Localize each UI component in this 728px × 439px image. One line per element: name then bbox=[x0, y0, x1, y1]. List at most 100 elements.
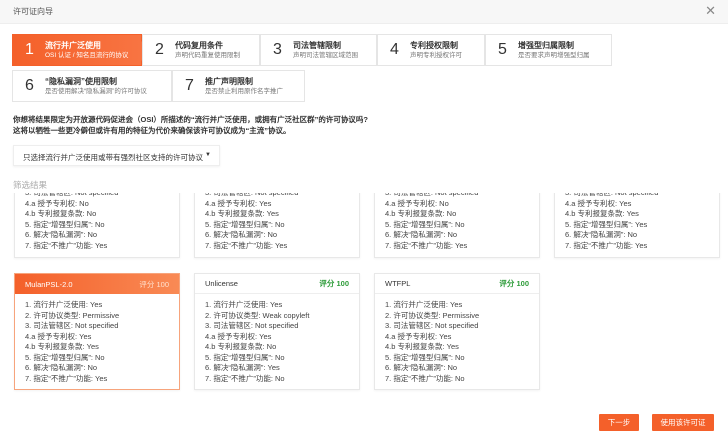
card-line: 4.b 专利报复条款: Yes bbox=[205, 209, 279, 218]
step-1[interactable]: 1 流行并广泛使用 OSI 认证 / 知名且流行的协议 bbox=[12, 34, 151, 66]
card-line: 3. 司法管辖区: Not specified bbox=[25, 321, 119, 330]
step-title: 代码复用条件 bbox=[175, 40, 223, 50]
card-line: 6. 解决“隐私漏洞”: No bbox=[385, 230, 458, 239]
card-line: 7. 指定“不推广”功能: Yes bbox=[25, 373, 108, 383]
next-button[interactable]: 下一步 bbox=[599, 414, 639, 431]
step-3[interactable]: 3 司法管辖限制 声明司法管辖区域范围 bbox=[260, 34, 377, 66]
step-5[interactable]: 5 增强型归属限制 是否要求声明增强型归属 bbox=[485, 34, 612, 66]
card-line: 2. 许可协议类型: Weak copyleft bbox=[205, 310, 310, 320]
license-name: WTFPL bbox=[385, 279, 411, 288]
step-2[interactable]: 2 代码复用条件 声明代码重复使用限制 bbox=[142, 34, 260, 66]
card-line: 7. 指定“不推广”功能: Yes bbox=[25, 240, 108, 250]
step-title: 流行并广泛使用 bbox=[45, 40, 101, 50]
question-line: 这将以牺牲一些更冷僻但或许有用的特征为代价来确保该许可协议成为“主流”协议。 bbox=[13, 126, 291, 135]
dialog-header: 许可证向导 ✕ bbox=[0, 0, 728, 24]
license-score: 评分 100 bbox=[499, 279, 529, 288]
card-line: 7. 指定“不推广”功能: Yes bbox=[565, 240, 648, 250]
card-line: 4.b 专利报复条款: Yes bbox=[565, 209, 639, 218]
card-line: 2. 许可协议类型: Permissive bbox=[385, 310, 480, 320]
dialog-title: 许可证向导 bbox=[13, 7, 53, 16]
step-number: 3 bbox=[273, 41, 282, 58]
license-card-wtfpl[interactable]: WTFPL 评分 100 1. 流行并广泛使用: Yes 2. 许可协议类型: Per… bbox=[374, 273, 540, 390]
step-subtitle: 声明代码重复使用限制 bbox=[175, 51, 240, 59]
results-label: 筛选结果 bbox=[13, 180, 48, 190]
step-title: 增强型归属限制 bbox=[518, 40, 574, 50]
card-line: 6. 解决“隐私漏洞”: No bbox=[25, 230, 98, 239]
step-number: 5 bbox=[498, 41, 507, 58]
step-title: 推广声明限制 bbox=[205, 76, 253, 86]
license-score: 评分 100 bbox=[139, 279, 169, 289]
license-card[interactable]: 3. 司法管辖区: Not specified4.a 授予专利权: No4.b … bbox=[14, 193, 180, 258]
license-card[interactable]: 3. 司法管辖区: Not specified4.a 授予专利权: No4.b … bbox=[374, 193, 540, 258]
step-number: 1 bbox=[25, 41, 34, 58]
step-subtitle: 是否使用解决“隐私漏洞”的许可协议 bbox=[45, 87, 147, 95]
card-line: 5. 指定“增强型归属”: No bbox=[385, 352, 465, 362]
license-name: MulanPSL-2.0 bbox=[25, 279, 73, 289]
step-subtitle: 声明专利授权许可 bbox=[410, 51, 462, 59]
license-card[interactable]: 3. 司法管辖区: Not specified4.a 授予专利权: Yes4.b… bbox=[554, 193, 720, 258]
step-subtitle: 声明司法管辖区域范围 bbox=[293, 51, 358, 59]
card-line: 4.b 专利报复条款: Yes bbox=[25, 342, 99, 351]
results-list[interactable]: 3. 司法管辖区: Not specified4.a 授予专利权: No4.b … bbox=[0, 193, 728, 393]
card-line: 1. 流行并广泛使用: Yes bbox=[205, 300, 283, 309]
step-number: 7 bbox=[185, 77, 194, 94]
step-number: 2 bbox=[155, 41, 164, 58]
card-line: 6. 解决“隐私漏洞”: No bbox=[385, 363, 458, 372]
card-line: 4.a 授予专利权: Yes bbox=[25, 331, 92, 341]
step-number: 6 bbox=[25, 77, 34, 94]
card-line: 4.b 专利报复条款: No bbox=[205, 342, 277, 351]
step-6[interactable]: 6 “隐私漏洞”使用限制 是否使用解决“隐私漏洞”的许可协议 bbox=[12, 70, 172, 102]
caret-down-icon: ▼ bbox=[205, 152, 211, 158]
card-line: 5. 指定“增强型归属”: Yes bbox=[565, 219, 648, 229]
filter-dropdown[interactable]: 只选择流行并广泛使用或带有强烈社区支持的许可协议 ▼ bbox=[13, 145, 220, 166]
card-header: Unlicense 评分 100 bbox=[195, 274, 359, 294]
card-header: WTFPL 评分 100 bbox=[375, 274, 539, 294]
step-number: 4 bbox=[390, 41, 399, 58]
question-line: 你想将结果限定为开放源代码促进会（OSI）所描述的“流行并广泛使用，或拥有广泛社… bbox=[13, 115, 368, 124]
card-line: 4.a 授予专利权: Yes bbox=[205, 198, 272, 208]
card-line: 4.a 授予专利权: Yes bbox=[205, 331, 272, 341]
card-line: 7. 指定“不推广”功能: Yes bbox=[385, 240, 468, 250]
step-title: “隐私漏洞”使用限制 bbox=[45, 76, 117, 86]
dropdown-value: 只选择流行并广泛使用或带有强烈社区支持的许可协议 bbox=[23, 153, 203, 162]
license-card[interactable]: 3. 司法管辖区: Not specified4.a 授予专利权: Yes4.b… bbox=[194, 193, 360, 258]
card-line: 5. 指定“增强型归属”: No bbox=[205, 219, 285, 229]
close-icon[interactable]: ✕ bbox=[705, 3, 716, 19]
card-line: 4.b 专利报复条款: No bbox=[385, 209, 457, 218]
card-line: 6. 解决“隐私漏洞”: No bbox=[25, 363, 98, 372]
card-line: 4.b 专利报复条款: No bbox=[25, 209, 97, 218]
card-line: 6. 解决“隐私漏洞”: No bbox=[565, 230, 638, 239]
card-line: 6. 解决“隐私漏洞”: Yes bbox=[205, 363, 280, 372]
card-line: 1. 流行并广泛使用: Yes bbox=[385, 300, 463, 309]
card-line: 7. 指定“不推广”功能: No bbox=[385, 373, 465, 383]
card-line: 4.a 授予专利权: No bbox=[25, 198, 89, 208]
use-license-button[interactable]: 使用该许可证 bbox=[652, 414, 714, 431]
step-title: 专利授权限制 bbox=[410, 40, 458, 50]
card-line: 5. 指定“增强型归属”: No bbox=[205, 352, 285, 362]
card-line: 4.a 授予专利权: Yes bbox=[385, 331, 452, 341]
step-7[interactable]: 7 推广声明限制 是否禁止利用原作名字推广 bbox=[172, 70, 305, 102]
step-4[interactable]: 4 专利授权限制 声明专利授权许可 bbox=[377, 34, 485, 66]
step-subtitle: 是否禁止利用原作名字推广 bbox=[205, 87, 283, 95]
card-line: 5. 指定“增强型归属”: No bbox=[25, 219, 105, 229]
card-line: 4.b 专利报复条款: Yes bbox=[385, 342, 459, 351]
card-line: 6. 解决“隐私漏洞”: No bbox=[205, 230, 278, 239]
license-card-unlicense[interactable]: Unlicense 评分 100 1. 流行并广泛使用: Yes 2. 许可协议类型:… bbox=[194, 273, 360, 390]
card-header: MulanPSL-2.0 评分 100 bbox=[15, 274, 179, 294]
card-line: 4.a 授予专利权: No bbox=[385, 198, 449, 208]
license-card-mulanpsl-2.0[interactable]: MulanPSL-2.0 评分 100 1. 流行并广泛使用: Yes 2. 许可协议… bbox=[14, 273, 180, 390]
question-text: 你想将结果限定为开放源代码促进会（OSI）所描述的“流行并广泛使用，或拥有广泛社… bbox=[13, 114, 368, 136]
card-line: 7. 指定“不推广”功能: No bbox=[205, 373, 285, 383]
step-subtitle: 是否要求声明增强型归属 bbox=[518, 51, 590, 59]
card-line: 4.a 授予专利权: Yes bbox=[565, 198, 632, 208]
card-line: 5. 指定“增强型归属”: No bbox=[25, 352, 105, 362]
step-subtitle: OSI 认证 / 知名且流行的协议 bbox=[45, 51, 129, 59]
step-title: 司法管辖限制 bbox=[293, 40, 341, 50]
license-name: Unlicense bbox=[205, 279, 238, 288]
license-score: 评分 100 bbox=[319, 279, 349, 288]
card-line: 5. 指定“增强型归属”: No bbox=[385, 219, 465, 229]
card-line: 7. 指定“不推广”功能: Yes bbox=[205, 240, 288, 250]
card-line: 1. 流行并广泛使用: Yes bbox=[25, 300, 103, 309]
card-line: 3. 司法管辖区: Not specified bbox=[205, 321, 299, 330]
card-line: 3. 司法管辖区: Not specified bbox=[385, 321, 479, 330]
